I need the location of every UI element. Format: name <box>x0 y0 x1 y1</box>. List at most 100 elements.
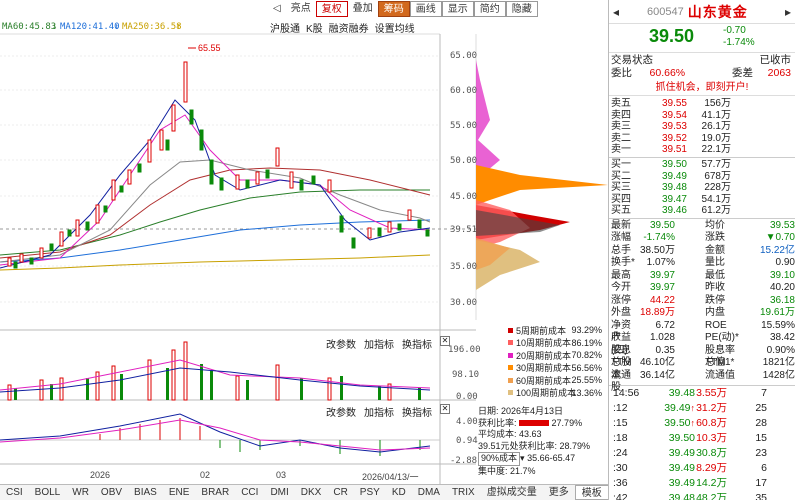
peak-label: 65.55 <box>198 43 221 53</box>
cost-legend-item: 5周期前成本 93.29% <box>508 324 608 337</box>
tab-cci[interactable]: CCI <box>235 485 264 500</box>
avg-cost: 平均成本: 43.63 <box>478 429 542 439</box>
chevron-down-icon[interactable]: ▾ <box>520 453 525 463</box>
vol-tick: 0.00 <box>456 392 478 402</box>
cost-legend-item: 60周期前成本 25.55% <box>508 374 608 387</box>
price-tick: 50.00 <box>450 156 478 166</box>
stock-header: ◂ 600547 山东黄金 ▸ <box>609 0 795 24</box>
quote-row: 收益(四) 1.028 PE(动)* 38.42 <box>611 332 795 356</box>
indicator-tabs: CSI BOLL WR OBV BIAS ENE BRAR CCI DMI DK… <box>0 484 609 500</box>
profit-ratio-row: 获利比率: 27.79% <box>478 417 583 428</box>
tab-template[interactable]: 模板 <box>574 485 609 500</box>
close-icon[interactable]: ✕ <box>440 404 450 414</box>
buy-orderbook: 买一 39.50 57.7万 买二 39.49 678万 买三 39.48 228万 买四 3… <box>609 159 795 217</box>
sell-level[interactable]: 卖四 39.54 41.1万 <box>609 110 795 122</box>
macd-header: 改参数 加指标 换指标 ✕ <box>326 404 450 419</box>
sell-level[interactable]: 卖三 39.53 26.1万 <box>609 121 795 133</box>
sell-level[interactable]: 卖五 39.55 156万 <box>609 98 795 110</box>
vol-tick: 196.00 <box>448 345 481 355</box>
macd-indicator <box>0 413 440 456</box>
date-label: 2026 <box>90 470 111 480</box>
tab-bias[interactable]: BIAS <box>128 485 163 500</box>
sell-level[interactable]: 卖一 39.51 22.1万 <box>609 144 795 156</box>
tab-psy[interactable]: PSY <box>354 485 386 500</box>
quote-row: 涨幅 -1.74% 涨跌 ▼0.70 <box>611 232 795 244</box>
macd-edit-params[interactable]: 改参数 <box>326 404 356 419</box>
cost-legend-item: 10周期前成本 86.19% <box>508 337 608 350</box>
cost-legend: 5周期前成本 93.29% 10周期前成本 86.19% 20周期前成本 70.82%… <box>508 324 608 399</box>
quote-row: 净资产 6.72 ROE 15.59% <box>611 319 795 344</box>
tab-trix[interactable]: TRIX <box>446 485 481 500</box>
quote-stats: 最新 39.50 均价 39.53 涨幅 -1.74% 涨跌 ▼0.70 总手 38.50万金… <box>609 220 795 394</box>
price-tick: 35.00 <box>450 262 478 272</box>
vol-tick: 98.10 <box>452 370 480 380</box>
quote-panel: ◂ 600547 山东黄金 ▸ 39.50 -0.70 -1.74% 交易状态已… <box>608 0 795 500</box>
tab-more[interactable]: 更多 <box>543 485 575 500</box>
chip-distribution <box>476 60 608 290</box>
buy-level[interactable]: 买一 39.50 57.7万 <box>609 159 795 171</box>
quote-row: 总手 38.50万 金额 15.22亿 <box>611 244 795 256</box>
date-label: 03 <box>276 470 287 480</box>
stock-code: 600547 <box>647 5 684 18</box>
tab-wr[interactable]: WR <box>66 485 95 500</box>
quote-row: 今开 39.97 昨收 40.20 <box>611 282 795 294</box>
concentration: 集中度: 21.7% <box>478 465 536 476</box>
tab-kd[interactable]: KD <box>386 485 412 500</box>
tab-ene[interactable]: ENE <box>163 485 196 500</box>
cost-range-select[interactable]: 90%成本 <box>478 452 521 466</box>
vol-add-indicator[interactable]: 加指标 <box>364 336 394 351</box>
orderbook-divider <box>609 217 795 219</box>
price-block: 39.50 -0.70 -1.74% <box>609 24 795 52</box>
vol-edit-params[interactable]: 改参数 <box>326 336 356 351</box>
next-arrow-icon[interactable]: ▸ <box>781 5 795 19</box>
quote-row: 总股本 46.10亿 总值1* 1821亿 <box>611 357 795 381</box>
tab-dkx[interactable]: DKX <box>295 485 328 500</box>
tick-row: :18 39.50 10.3万 15 <box>613 432 767 445</box>
prev-arrow-icon[interactable]: ◂ <box>609 5 623 19</box>
price-tick: 30.00 <box>450 298 478 308</box>
tab-boll[interactable]: BOLL <box>29 485 67 500</box>
change-block: -0.70 -1.74% <box>723 25 755 49</box>
change-value: -0.70 <box>723 25 746 36</box>
macd-tick: 0.94 <box>456 436 478 446</box>
tick-row: :15 39.50↑ 60.8万 28 <box>613 417 767 430</box>
tab-csi[interactable]: CSI <box>0 485 29 500</box>
tab-dma[interactable]: DMA <box>412 485 446 500</box>
tab-virtual-volume[interactable]: 虚拟成交量 <box>481 485 543 500</box>
cost-date: 日期: 2026年4月13日 <box>478 406 564 416</box>
tab-obv[interactable]: OBV <box>95 485 128 500</box>
tick-list: 14:56 39.48 3.55万 7 :12 39.49↑ 31.2万 25 :15 39.… <box>609 385 795 500</box>
cost-legend-item: 20周期前成本 70.82% <box>508 349 608 362</box>
tab-brar[interactable]: BRAR <box>195 485 235 500</box>
quote-row: 外盘 18.89万 内盘 19.61万 <box>611 307 795 319</box>
trade-status-row: 交易状态 已收市 <box>609 52 795 66</box>
quote-row: 流通股 36.14亿 流通值 1428亿 <box>611 369 795 394</box>
vol-switch-indicator[interactable]: 换指标 <box>402 336 432 351</box>
buy-level[interactable]: 买二 39.49 678万 <box>609 171 795 183</box>
buy-level[interactable]: 买四 39.47 54.1万 <box>609 194 795 206</box>
date-label: 02 <box>200 470 211 480</box>
macd-add-indicator[interactable]: 加指标 <box>364 404 394 419</box>
tick-row: :12 39.49↑ 31.2万 25 <box>613 402 767 415</box>
cost-legend-item: 100周期前成本 13.36% <box>508 387 608 400</box>
quote-row: 换手* 1.07% 量比 0.90 <box>611 257 795 269</box>
bid-ratio-row: 委比 60.66% 委差 2063 <box>611 67 791 79</box>
cost-range-row: 90%成本 ▾ 35.66-65.47 <box>478 452 608 466</box>
quote-row: 最高 39.97 最低 39.10 <box>611 269 795 281</box>
tick-row: :24 39.49 30.8万 23 <box>613 447 767 460</box>
sell-level[interactable]: 卖二 39.52 19.0万 <box>609 133 795 145</box>
macd-tick: -2.88 <box>450 456 478 466</box>
tab-cr[interactable]: CR <box>327 485 353 500</box>
stock-app: MA60:45.83 ↓ MA120:41.40 ↓ MA250:36.58 ↑… <box>0 0 795 500</box>
last-price: 39.50 <box>649 26 695 46</box>
orderbook-divider <box>609 156 795 158</box>
change-percent: -1.74% <box>723 37 755 48</box>
profit-at-price: 39.51元处获利比率: 28.79% <box>478 440 591 451</box>
macd-switch-indicator[interactable]: 换指标 <box>402 404 432 419</box>
tick-row: :42 39.48 48.2万 35 <box>613 492 767 500</box>
volume-header: 改参数 加指标 换指标 ✕ <box>326 336 450 351</box>
tab-dmi[interactable]: DMI <box>264 485 294 500</box>
buy-level[interactable]: 买五 39.46 61.2万 <box>609 205 795 217</box>
buy-level[interactable]: 买三 39.48 228万 <box>609 182 795 194</box>
open-account-link[interactable]: 抓住机会，即刻开户! <box>609 80 795 96</box>
